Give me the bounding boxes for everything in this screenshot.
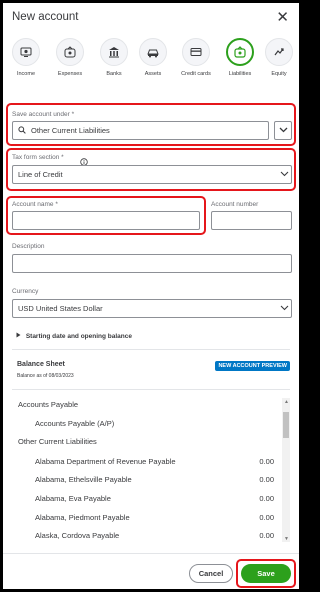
account-number-label: Account number bbox=[211, 201, 259, 208]
list-item: Alabama Department of Revenue Payable 0.… bbox=[12, 457, 278, 469]
list-item-name: Alabama Department of Revenue Payable bbox=[35, 457, 176, 466]
account-type-selector: Income Expenses Banks Assets Credit card… bbox=[3, 38, 299, 98]
scroll-thumb[interactable] bbox=[283, 412, 289, 438]
assets-icon bbox=[139, 38, 167, 66]
list-item-name: Alabama, Eva Payable bbox=[35, 494, 111, 503]
chevron-down-icon bbox=[279, 126, 288, 135]
account-number-field[interactable] bbox=[211, 211, 292, 230]
chevron-down-icon bbox=[277, 304, 291, 313]
list-item: Alabama, Eva Payable 0.00 bbox=[12, 494, 278, 506]
tax-form-label: Tax form section * bbox=[12, 154, 64, 161]
panel-footer: Cancel Save bbox=[3, 553, 299, 589]
account-type-label: Credit cards bbox=[181, 71, 211, 77]
currency-value: USD United States Dollar bbox=[18, 304, 103, 313]
credit-card-icon bbox=[182, 38, 210, 66]
description-label: Description bbox=[12, 243, 45, 250]
list-item: Accounts Payable (A/P) bbox=[12, 419, 278, 431]
list-item-amount: 0.00 bbox=[259, 475, 274, 484]
list-item: Other Current Liabilities bbox=[12, 437, 278, 449]
income-icon bbox=[12, 38, 40, 66]
new-account-preview-badge: NEW ACCOUNT PREVIEW bbox=[215, 361, 290, 371]
save-under-select[interactable]: Other Current Liabilities bbox=[12, 121, 269, 140]
caret-right-icon bbox=[16, 332, 21, 340]
chevron-down-icon bbox=[277, 170, 291, 179]
balance-sheet-list[interactable]: Accounts Payable Accounts Payable (A/P) … bbox=[12, 389, 290, 542]
save-button[interactable]: Save bbox=[241, 564, 291, 583]
account-type-banks[interactable]: Banks bbox=[94, 38, 134, 78]
account-type-label: Income bbox=[16, 71, 36, 77]
list-item: Accounts Payable bbox=[12, 400, 278, 412]
account-type-credit-cards[interactable]: Credit cards bbox=[176, 38, 216, 78]
scroll-down-icon[interactable]: ▼ bbox=[284, 536, 289, 542]
list-item-name: Alaska, Cordova Payable bbox=[35, 531, 120, 540]
account-type-assets[interactable]: Assets bbox=[133, 38, 173, 78]
search-icon bbox=[13, 125, 26, 136]
cancel-button[interactable]: Cancel bbox=[189, 564, 233, 583]
list-item-name: Accounts Payable (A/P) bbox=[35, 419, 115, 428]
account-type-equity[interactable]: Equity bbox=[259, 38, 299, 78]
currency-label: Currency bbox=[12, 288, 39, 295]
banks-icon bbox=[100, 38, 128, 66]
list-item-amount: 0.00 bbox=[259, 457, 274, 466]
list-item-name: Accounts Payable bbox=[18, 400, 79, 409]
list-item-amount: 0.00 bbox=[259, 494, 274, 503]
expenses-icon bbox=[56, 38, 84, 66]
balance-sheet-title: Balance Sheet bbox=[17, 361, 65, 368]
starting-balance-label: Starting date and opening balance bbox=[25, 333, 132, 340]
account-type-label: Liabilities bbox=[228, 71, 252, 77]
account-name-label: Account name * bbox=[12, 201, 58, 208]
account-type-label: Assets bbox=[144, 71, 162, 77]
save-under-dropdown-button[interactable] bbox=[274, 121, 292, 140]
list-item-name: Other Current Liabilities bbox=[18, 437, 97, 446]
list-item: Alaska, Cordova Payable 0.00 bbox=[12, 531, 278, 542]
currency-select[interactable]: USD United States Dollar bbox=[12, 299, 292, 318]
save-under-label: Save account under * bbox=[12, 111, 75, 118]
tax-form-select[interactable]: Line of Credit bbox=[12, 165, 292, 184]
scroll-up-icon[interactable]: ▲ bbox=[284, 399, 289, 405]
panel-title: New account bbox=[12, 11, 79, 23]
account-type-liabilities[interactable]: Liabilities bbox=[220, 38, 260, 78]
tax-form-value: Line of Credit bbox=[18, 170, 63, 179]
description-field[interactable] bbox=[12, 254, 292, 273]
list-item-amount: 0.00 bbox=[259, 513, 274, 522]
starting-balance-toggle[interactable]: Starting date and opening balance bbox=[16, 332, 132, 340]
account-name-field[interactable] bbox=[12, 211, 200, 230]
equity-icon bbox=[265, 38, 293, 66]
account-type-income[interactable]: Income bbox=[6, 38, 46, 78]
section-divider bbox=[12, 349, 290, 350]
balance-sheet-subtitle: Balance as of 08/03/2023 bbox=[17, 373, 74, 379]
account-type-label: Expenses bbox=[57, 71, 83, 77]
account-type-label: Equity bbox=[271, 71, 287, 77]
panel-header: New account ✕ bbox=[3, 3, 299, 35]
list-item-amount: 0.00 bbox=[259, 531, 274, 540]
list-item-name: Alabama, Ethelsville Payable bbox=[35, 475, 132, 484]
close-icon[interactable]: ✕ bbox=[276, 8, 289, 26]
liabilities-icon bbox=[226, 38, 254, 66]
save-under-value: Other Current Liabilities bbox=[31, 126, 110, 135]
account-type-label: Banks bbox=[106, 71, 122, 77]
list-item: Alabama, Piedmont Payable 0.00 bbox=[12, 513, 278, 525]
account-type-expenses[interactable]: Expenses bbox=[50, 38, 90, 78]
list-item-name: Alabama, Piedmont Payable bbox=[35, 513, 130, 522]
new-account-panel: New account ✕ Income Expenses Banks Asse… bbox=[3, 3, 299, 589]
list-item: Alabama, Ethelsville Payable 0.00 bbox=[12, 475, 278, 487]
